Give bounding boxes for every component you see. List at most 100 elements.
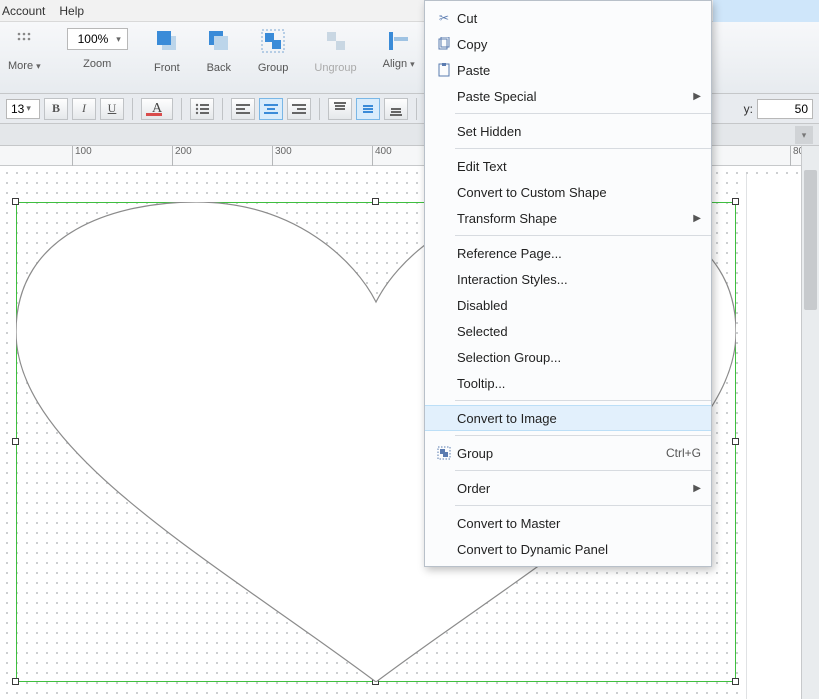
tb-front-group: Front (154, 28, 180, 74)
align-icon (386, 28, 412, 54)
italic-button[interactable]: I (72, 98, 96, 120)
ctx-group[interactable]: Group Ctrl+G (425, 440, 711, 466)
separator (132, 98, 133, 120)
valign-top-icon (334, 102, 346, 116)
ctx-transform-shape[interactable]: Transform Shape▶ (425, 205, 711, 231)
ctx-interaction-styles[interactable]: Interaction Styles... (425, 266, 711, 292)
ctx-edit-text[interactable]: Edit Text (425, 153, 711, 179)
menu-account[interactable]: Account (2, 0, 45, 21)
ctx-reference-page[interactable]: Reference Page... (425, 240, 711, 266)
back-icon (206, 28, 232, 54)
align-right-icon (292, 103, 306, 115)
bullets-button[interactable] (190, 98, 214, 120)
submenu-arrow-icon: ▶ (693, 91, 701, 102)
ctx-transform-shape-label: Transform Shape (457, 211, 693, 226)
ctx-selected[interactable]: Selected (425, 318, 711, 344)
font-size-value: 13 (11, 102, 24, 116)
ctx-paste-special-label: Paste Special (457, 89, 693, 104)
zoom-input[interactable]: 100% (67, 28, 128, 50)
valign-top-button[interactable] (328, 98, 352, 120)
ruler-tick: 300 (272, 146, 292, 166)
align-right-button[interactable] (287, 98, 311, 120)
ctx-convert-master-label: Convert to Master (457, 516, 701, 531)
bold-button[interactable]: B (44, 98, 68, 120)
scrollbar-vertical[interactable] (801, 146, 819, 699)
menu-separator (455, 470, 711, 471)
ctx-convert-master[interactable]: Convert to Master (425, 510, 711, 536)
bullets-icon (195, 103, 209, 115)
ctx-set-hidden[interactable]: Set Hidden (425, 118, 711, 144)
side-panel-blank (746, 174, 801, 699)
ctx-tooltip[interactable]: Tooltip... (425, 370, 711, 396)
ctx-cut-label: Cut (457, 11, 701, 26)
dots-icon (15, 28, 33, 56)
group-button[interactable]: Group (258, 62, 289, 74)
align-left-icon (236, 103, 250, 115)
ruler-tick: 100 (72, 146, 92, 166)
separator (222, 98, 223, 120)
y-input[interactable] (757, 99, 813, 119)
ctx-convert-custom[interactable]: Convert to Custom Shape (425, 179, 711, 205)
ctx-copy-label: Copy (457, 37, 701, 52)
copy-icon (431, 37, 457, 51)
separator (416, 98, 417, 120)
menu-separator (455, 400, 711, 401)
tb-zoom-group: 100% Zoom (67, 28, 128, 70)
y-label: y: (744, 102, 753, 116)
scrollbar-thumb[interactable] (804, 170, 817, 310)
valign-bottom-button[interactable] (384, 98, 408, 120)
ctx-cut[interactable]: ✂ Cut (425, 5, 711, 31)
menu-separator (455, 235, 711, 236)
ctx-convert-custom-label: Convert to Custom Shape (457, 185, 701, 200)
ctx-copy[interactable]: Copy (425, 31, 711, 57)
valign-middle-icon (362, 102, 374, 116)
ctx-interaction-styles-label: Interaction Styles... (457, 272, 701, 287)
paste-icon (431, 63, 457, 77)
ctx-selection-group[interactable]: Selection Group... (425, 344, 711, 370)
ungroup-icon (323, 28, 349, 54)
ctx-edit-text-label: Edit Text (457, 159, 701, 174)
ctx-tooltip-label: Tooltip... (457, 376, 701, 391)
ctx-order-label: Order (457, 481, 693, 496)
tb-group-group: Group (258, 28, 289, 74)
ctx-order[interactable]: Order▶ (425, 475, 711, 501)
ctx-selection-group-label: Selection Group... (457, 350, 701, 365)
group-icon (260, 28, 286, 54)
tb-back-group: Back (206, 28, 232, 74)
font-color-button[interactable]: A (141, 98, 173, 120)
align-center-button[interactable] (259, 98, 283, 120)
front-button[interactable]: Front (154, 62, 180, 74)
underline-button[interactable]: U (100, 98, 124, 120)
back-button[interactable]: Back (207, 62, 231, 74)
submenu-arrow-icon: ▶ (693, 213, 701, 224)
valign-bottom-icon (390, 102, 402, 116)
group-icon (431, 446, 457, 460)
ctx-paste-special[interactable]: Paste Special ▶ (425, 83, 711, 109)
ctx-group-label: Group (457, 446, 666, 461)
ctx-convert-dynamic[interactable]: Convert to Dynamic Panel (425, 536, 711, 562)
ctx-paste[interactable]: Paste (425, 57, 711, 83)
ctx-paste-label: Paste (457, 63, 701, 78)
submenu-arrow-icon: ▶ (693, 483, 701, 494)
collapse-panel-button[interactable]: ▾ (795, 126, 813, 144)
ctx-disabled-label: Disabled (457, 298, 701, 313)
align-button[interactable]: Align (383, 58, 415, 70)
context-menu: ✂ Cut Copy Paste Paste Special ▶ Set Hid… (424, 0, 712, 567)
app-root: Account Help More 100% Zoom Front Back G… (0, 0, 819, 699)
more-button[interactable]: More (8, 60, 41, 72)
title-bar-fragment (713, 0, 819, 22)
ctx-disabled[interactable]: Disabled (425, 292, 711, 318)
align-left-button[interactable] (231, 98, 255, 120)
ruler-tick: 200 (172, 146, 192, 166)
ctx-convert-image[interactable]: Convert to Image (425, 405, 711, 431)
align-center-icon (264, 103, 278, 115)
valign-middle-button[interactable] (356, 98, 380, 120)
font-size-input[interactable]: 13 (6, 99, 40, 119)
ctx-ref-page-label: Reference Page... (457, 246, 701, 261)
coordinates: y: (744, 99, 813, 119)
menu-separator (455, 148, 711, 149)
ctx-set-hidden-label: Set Hidden (457, 124, 701, 139)
ruler-tick: 400 (372, 146, 392, 166)
menu-separator (455, 505, 711, 506)
menu-help[interactable]: Help (59, 0, 84, 21)
